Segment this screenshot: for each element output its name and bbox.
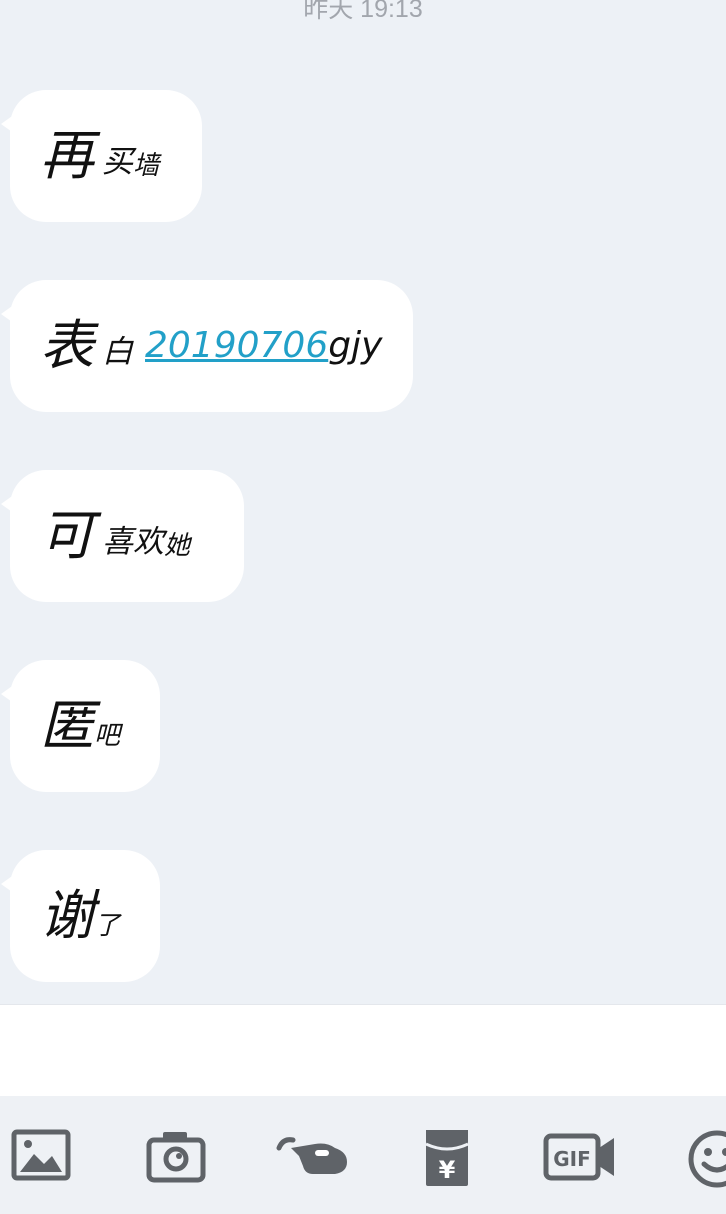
red-packet-symbol: ¥ bbox=[439, 1156, 456, 1184]
message-text-large: 可 bbox=[40, 504, 94, 567]
emoji-icon[interactable] bbox=[686, 1126, 726, 1188]
message-input[interactable] bbox=[0, 1004, 726, 1097]
message-text-large: 匿 bbox=[40, 694, 94, 757]
message-bubble[interactable]: 表 白 20190706 gjy bbox=[1, 280, 413, 412]
chat-toolbar: ¥ GIF bbox=[0, 1096, 726, 1214]
message-text-small: 了 bbox=[94, 911, 121, 941]
message-text-large: 谢 bbox=[40, 884, 94, 947]
image-icon[interactable] bbox=[10, 1126, 72, 1188]
gif-label: GIF bbox=[553, 1147, 591, 1171]
message-text-small: 墙 bbox=[133, 151, 160, 181]
message-text-large: 表 bbox=[40, 314, 94, 377]
message-bubble[interactable]: 匿 吧 bbox=[1, 660, 160, 792]
message-bubble[interactable]: 谢 了 bbox=[1, 850, 160, 982]
red-packet-icon[interactable]: ¥ bbox=[416, 1126, 478, 1188]
message-bubble[interactable]: 可 喜欢 她 bbox=[1, 470, 244, 602]
bubble-tail bbox=[1, 874, 15, 894]
message-bubble[interactable]: 再 买 墙 bbox=[1, 90, 202, 222]
bubble-tail bbox=[1, 304, 15, 324]
gif-icon[interactable]: GIF bbox=[543, 1126, 617, 1188]
message-text-medium: 白 bbox=[102, 333, 133, 370]
message-text-medium: 喜欢 bbox=[102, 523, 164, 560]
message-text-large: 再 bbox=[40, 124, 94, 187]
message-link[interactable]: 20190706 bbox=[145, 328, 328, 364]
bubble-tail bbox=[1, 494, 15, 514]
camera-icon[interactable] bbox=[145, 1126, 207, 1188]
bubble-tail bbox=[1, 684, 15, 704]
message-text-medium: 买 bbox=[102, 143, 133, 180]
bubble-tail bbox=[1, 114, 15, 134]
message-text-suffix: gjy bbox=[328, 325, 383, 366]
message-text-small: 她 bbox=[164, 531, 191, 561]
message-timestamp: 昨天 19:13 bbox=[303, 0, 423, 23]
poke-icon[interactable] bbox=[275, 1126, 351, 1188]
message-text-small: 吧 bbox=[94, 721, 121, 751]
